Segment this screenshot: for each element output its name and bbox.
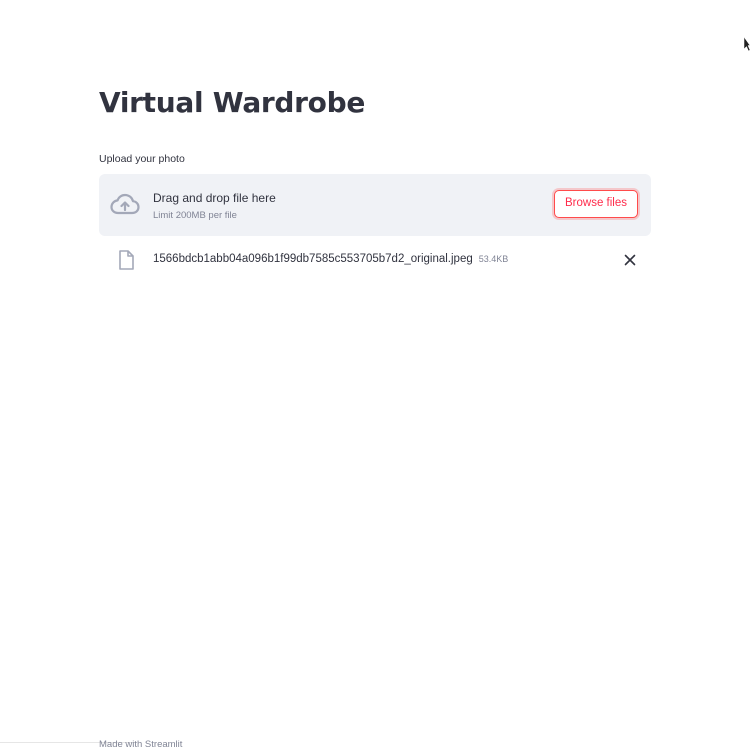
- page-title: Virtual Wardrobe: [99, 86, 366, 119]
- file-dropzone[interactable]: Drag and drop file here Limit 200MB per …: [99, 174, 651, 236]
- file-icon: [119, 250, 134, 270]
- uploaded-file-name: 1566bdcb1abb04a096b1f99db7585c553705b7d2…: [153, 251, 508, 267]
- dropzone-instructions: Drag and drop file here: [153, 191, 276, 205]
- uploader-label: Upload your photo: [99, 153, 185, 165]
- browse-files-button[interactable]: Browse files: [554, 190, 638, 218]
- footer-made-with[interactable]: Made with Streamlit: [99, 739, 182, 750]
- close-icon[interactable]: [620, 250, 640, 270]
- uploaded-file-row: 1566bdcb1abb04a096b1f99db7585c553705b7d2…: [99, 245, 651, 273]
- mouse-cursor-icon: [744, 37, 750, 51]
- dropzone-size-limit: Limit 200MB per file: [153, 210, 237, 221]
- app-page: Virtual Wardrobe Upload your photo Drag …: [0, 0, 750, 750]
- cloud-upload-icon: [110, 193, 140, 215]
- file-name-text: 1566bdcb1abb04a096b1f99db7585c553705b7d2…: [153, 253, 473, 265]
- file-size: 53.4KB: [478, 254, 509, 264]
